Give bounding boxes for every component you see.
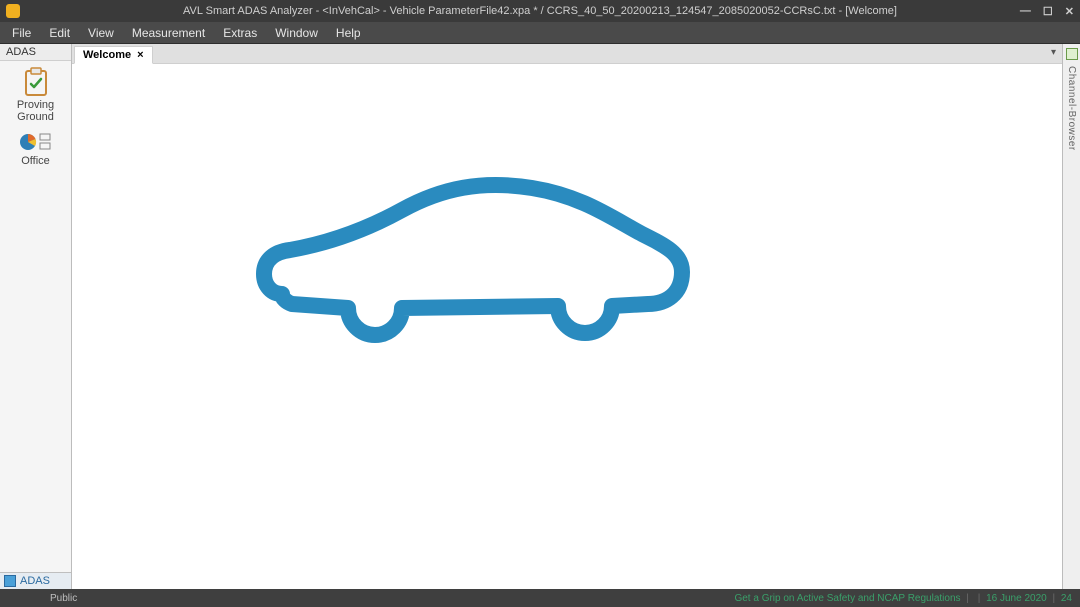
minimize-button[interactable]: — — [1020, 5, 1031, 18]
welcome-canvas — [72, 64, 1062, 589]
channel-browser-label[interactable]: Channel-Browser — [1066, 66, 1077, 151]
menu-extras[interactable]: Extras — [215, 24, 265, 42]
tool-label: Proving Ground — [17, 99, 54, 123]
tab-welcome[interactable]: Welcome × — [74, 46, 153, 64]
tool-label: Office — [21, 155, 50, 167]
menu-file[interactable]: File — [4, 24, 39, 42]
menubar: File Edit View Measurement Extras Window… — [0, 22, 1080, 44]
car-outline-icon — [252, 174, 692, 364]
pie-list-icon — [19, 131, 53, 153]
window-controls: — ☐ ✕ — [1020, 5, 1074, 18]
app-icon — [6, 4, 20, 18]
adas-tab-icon — [4, 575, 16, 587]
channel-browser-icon[interactable] — [1066, 48, 1078, 60]
footer: Public Get a Grip on Active Safety and N… — [0, 589, 1080, 607]
footer-right: Get a Grip on Active Safety and NCAP Reg… — [734, 593, 1072, 604]
main-area: Welcome × ▾ — [72, 44, 1062, 589]
close-button[interactable]: ✕ — [1065, 5, 1074, 18]
tool-office[interactable]: Office — [6, 131, 66, 167]
right-rail: Channel-Browser — [1062, 44, 1080, 589]
left-panel-header: ADAS — [0, 44, 71, 61]
clipboard-check-icon — [22, 67, 50, 97]
menu-help[interactable]: Help — [328, 24, 369, 42]
maximize-button[interactable]: ☐ — [1043, 5, 1053, 18]
left-panel-bottom-tab[interactable]: ADAS — [0, 572, 71, 589]
left-panel: ADAS Proving Ground Office — [0, 44, 72, 589]
menu-window[interactable]: Window — [267, 24, 326, 42]
menu-view[interactable]: View — [80, 24, 122, 42]
footer-classification: Public — [50, 593, 77, 604]
window-title: AVL Smart ADAS Analyzer - <InVehCal> - V… — [0, 5, 1080, 17]
tab-close-button[interactable]: × — [137, 49, 143, 61]
left-panel-tools: Proving Ground Office — [0, 61, 71, 572]
titlebar: AVL Smart ADAS Analyzer - <InVehCal> - V… — [0, 0, 1080, 22]
footer-page: 24 — [1061, 593, 1072, 604]
footer-caption: Get a Grip on Active Safety and NCAP Reg… — [734, 593, 960, 604]
tabstrip-dropdown[interactable]: ▾ — [1051, 47, 1056, 58]
menu-edit[interactable]: Edit — [41, 24, 78, 42]
tool-proving-ground[interactable]: Proving Ground — [6, 67, 66, 123]
tab-label: Welcome — [83, 49, 131, 61]
adas-tab-label: ADAS — [20, 575, 50, 587]
menu-measurement[interactable]: Measurement — [124, 24, 213, 42]
tabstrip: Welcome × ▾ — [72, 44, 1062, 64]
workspace: ADAS Proving Ground Office — [0, 44, 1080, 589]
footer-date: 16 June 2020 — [986, 593, 1047, 604]
